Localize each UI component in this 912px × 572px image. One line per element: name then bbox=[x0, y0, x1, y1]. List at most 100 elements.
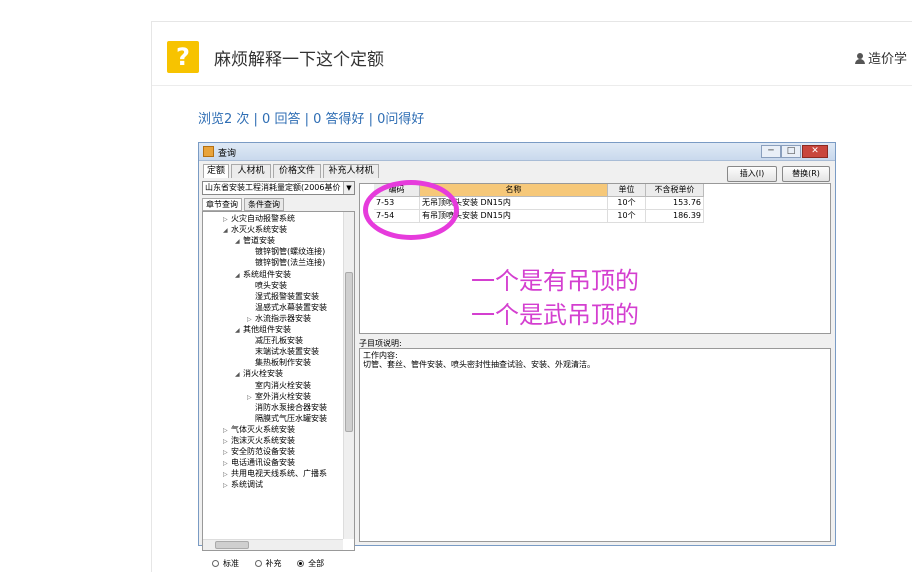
collapsed-arrow-icon: ▷ bbox=[223, 216, 228, 223]
tree-item: 镀锌钢管(法兰连接) bbox=[247, 258, 325, 268]
tree-item: 隔膜式气压水罐安装 bbox=[247, 414, 327, 424]
expanded-arrow-icon: ◢ bbox=[235, 271, 240, 279]
window-title: 查询 bbox=[218, 149, 237, 159]
tree-vertical-scrollbar bbox=[343, 212, 354, 539]
tree-item: ▷ 室外消火栓安装 bbox=[247, 392, 311, 403]
tree-item: 集热板制作安装 bbox=[247, 358, 311, 368]
tree-horizontal-scrollbar bbox=[203, 539, 343, 550]
collapsed-arrow-icon: ▷ bbox=[247, 315, 252, 323]
radio-standard: 标准 bbox=[212, 558, 239, 569]
tree-item: 湿式报警装置安装 bbox=[247, 292, 319, 302]
tree-item-label: 镀锌钢管(法兰连接) bbox=[255, 258, 326, 268]
tree-item-label: 共用电视天线系统、广播系 bbox=[231, 469, 327, 479]
subtab-condition: 条件查询 bbox=[244, 198, 284, 211]
question-stats: 浏览2 次 | 0 回答 | 0 答得好 | 0问得好 bbox=[198, 112, 425, 127]
collapsed-arrow-icon: ▷ bbox=[223, 460, 228, 468]
asker-name: 造价学 bbox=[868, 52, 908, 67]
expanded-arrow-icon: ◢ bbox=[235, 238, 240, 246]
query-window-screenshot: 查询 ─ □ ✕ 定额 人材机 价格文件 补充人材机 插入(I) 替换(R) 山… bbox=[198, 142, 836, 568]
tree-item: ▷ 电话通讯设备安装 bbox=[223, 458, 295, 469]
minimize-icon: ─ bbox=[761, 145, 781, 158]
tree-item-label: 隔膜式气压水罐安装 bbox=[255, 413, 327, 423]
tree-item-label: 安全防范设备安装 bbox=[231, 447, 295, 457]
chevron-down-icon: ▼ bbox=[343, 182, 354, 194]
tab-quota: 定额 bbox=[203, 164, 229, 178]
filter-radios: 标准 补充 全部 bbox=[212, 558, 337, 569]
tree-item-label: 电话通讯设备安装 bbox=[231, 458, 295, 468]
replace-button: 替换(R) bbox=[782, 166, 830, 182]
subtab-chapter: 章节查询 bbox=[202, 198, 242, 211]
tree-item-label: 温感式水幕装置安装 bbox=[255, 302, 327, 312]
tree-item-label: 室外消火栓安装 bbox=[255, 391, 311, 401]
annotation-line-1: 一个是有吊顶的 bbox=[471, 267, 639, 295]
scroll-thumb bbox=[345, 272, 353, 432]
tree-item: ▷ 泡沫灭火系统安装 bbox=[223, 436, 295, 447]
tree-item: ▷ 火灾自动报警系统 bbox=[223, 214, 295, 225]
tree-item-label: 喷头安装 bbox=[255, 280, 287, 290]
grid-header-unit: 单位 bbox=[608, 184, 646, 197]
collapsed-arrow-icon: ▷ bbox=[223, 449, 228, 457]
cell-unit: 10个 bbox=[608, 210, 646, 223]
collapsed-arrow-icon: ▷ bbox=[223, 438, 228, 445]
maximize-icon: □ bbox=[781, 145, 801, 158]
insert-button: 插入(I) bbox=[727, 166, 777, 182]
window-titlebar: 查询 ─ □ ✕ bbox=[199, 143, 835, 161]
description-box: 工作内容: 切管、套丝、管件安装、喷头密封性抽查试验、安装、外观清洁。 bbox=[359, 348, 831, 542]
tree-item-label: 水流指示器安装 bbox=[255, 313, 311, 323]
app-icon bbox=[203, 146, 214, 157]
expanded-arrow-icon: ◢ bbox=[235, 371, 240, 379]
tree-item: ◢ 管道安装 bbox=[235, 236, 275, 247]
tree-item: 室内消火栓安装 bbox=[247, 381, 311, 391]
tree-item-label: 气体灭火系统安装 bbox=[231, 424, 295, 434]
tree-item-label: 系统组件安装 bbox=[243, 269, 291, 279]
tree-item-label: 集热板制作安装 bbox=[255, 358, 311, 368]
collapsed-arrow-icon: ▷ bbox=[247, 393, 252, 401]
cell-price: 186.39 bbox=[646, 210, 704, 223]
tree-item: ▷ 安全防范设备安装 bbox=[223, 447, 295, 458]
tree-item-label: 系统调试 bbox=[231, 480, 263, 490]
tree-item-label: 其他组件安装 bbox=[243, 325, 291, 334]
tree-item: ▷ 系统调试 bbox=[223, 480, 263, 491]
tree-item: ◢ 其他组件安装 bbox=[235, 325, 291, 336]
tree-item: ▷ 气体灭火系统安装 bbox=[223, 425, 295, 436]
radio-circle bbox=[212, 560, 219, 567]
tree-item-label: 泡沫灭火系统安装 bbox=[231, 436, 295, 445]
tree-item: ▷ 共用电视天线系统、广播系 bbox=[223, 469, 327, 480]
tree-item-label: 湿式报警装置安装 bbox=[255, 291, 319, 301]
scroll-thumb bbox=[215, 541, 249, 549]
tree-item-label: 镀锌钢管(螺纹连接) bbox=[255, 247, 326, 257]
tree-item: 减压孔板安装 bbox=[247, 336, 303, 346]
question-header: ? 麻烦解释一下这个定额 造价学 bbox=[152, 22, 912, 86]
tree-item: 温感式水幕装置安装 bbox=[247, 303, 327, 313]
tree-item-label: 消火栓安装 bbox=[243, 369, 283, 379]
question-title: 麻烦解释一下这个定额 bbox=[214, 50, 384, 70]
tree-item: 镀锌钢管(螺纹连接) bbox=[247, 247, 325, 257]
tab-price-file: 价格文件 bbox=[273, 164, 321, 178]
tree-item-label: 减压孔板安装 bbox=[255, 336, 303, 346]
annotation-line-2: 一个是武吊顶的 bbox=[471, 301, 639, 329]
radio-circle bbox=[254, 560, 262, 567]
tab-supplement: 补充人材机 bbox=[323, 164, 379, 178]
collapsed-arrow-icon: ▷ bbox=[223, 426, 228, 434]
tree-item-label: 消防水泵接合器安装 bbox=[255, 402, 327, 412]
tree-item: ◢ 消火栓安装 bbox=[235, 369, 283, 380]
expanded-arrow-icon: ◢ bbox=[223, 227, 228, 235]
description-line: 切管、套丝、管件安装、喷头密封性抽查试验、安装、外观清洁。 bbox=[363, 360, 595, 369]
highlight-circle bbox=[363, 180, 459, 240]
quota-library-select: 山东省安装工程消耗量定额(2006基价 ▼ bbox=[202, 181, 355, 195]
close-icon: ✕ bbox=[802, 145, 828, 158]
radio-all: 全部 bbox=[297, 558, 324, 569]
tree-item: ◢ 水灭火系统安装 bbox=[223, 225, 287, 236]
cell-price: 153.76 bbox=[646, 197, 704, 210]
tree-item: ▷ 水流指示器安装 bbox=[247, 314, 311, 325]
description-line: 工作内容: bbox=[363, 351, 398, 360]
expanded-arrow-icon: ◢ bbox=[235, 327, 240, 334]
cell-unit: 10个 bbox=[608, 197, 646, 210]
quota-library-value: 山东省安装工程消耗量定额(2006基价 bbox=[205, 183, 341, 192]
radio-circle-checked bbox=[297, 560, 305, 567]
tree-item-label: 管道安装 bbox=[243, 236, 275, 246]
tab-labor-material: 人材机 bbox=[231, 164, 271, 178]
tree-item: 喷头安装 bbox=[247, 281, 287, 291]
user-icon bbox=[855, 53, 865, 64]
asker-user[interactable]: 造价学 bbox=[855, 48, 907, 67]
